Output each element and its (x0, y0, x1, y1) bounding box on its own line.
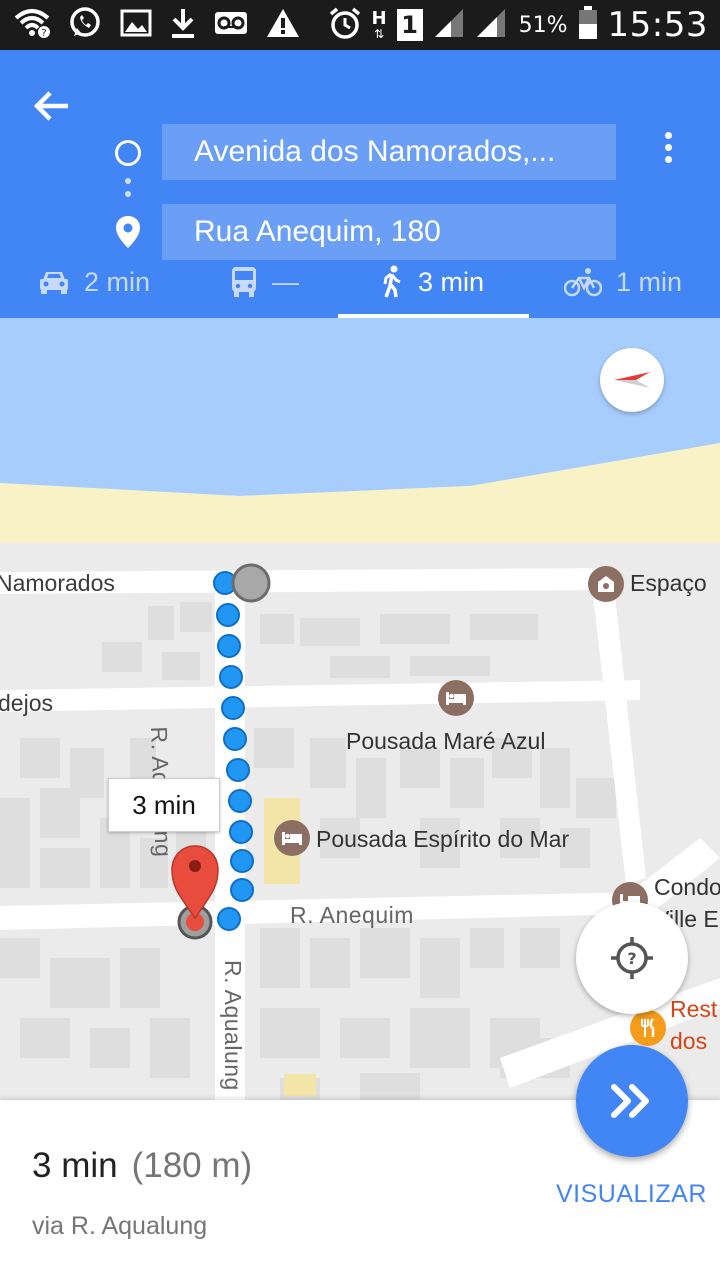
travel-mode-tabs: 2 min — 3 min 1 min (0, 246, 720, 318)
location-unknown-icon: ? (611, 937, 653, 979)
walk-icon (380, 265, 404, 299)
route-distance: (180 m) (131, 1146, 253, 1185)
street-label-namorados: Namorados (0, 570, 115, 596)
voicemail-icon (214, 11, 248, 40)
poi-label-espaco[interactable]: Espaço (630, 570, 707, 597)
tab-bike[interactable]: 1 min (564, 246, 682, 318)
route-time-callout[interactable]: 3 min (108, 778, 220, 832)
street-label-anequim: R. Anequim (290, 902, 414, 928)
drive-time: 2 min (84, 266, 151, 297)
my-location-button[interactable]: ? (576, 902, 688, 1014)
compass-icon (614, 372, 650, 388)
poi-label-pousada-espirito-do-mar[interactable]: Pousada Espírito do Mar (316, 826, 569, 853)
origin-circle-icon (115, 140, 141, 166)
start-navigation-button[interactable] (576, 1045, 688, 1157)
tab-transit[interactable]: — (230, 246, 299, 318)
alarm-icon (328, 6, 362, 45)
bus-icon (230, 266, 258, 298)
destination-pin-icon (116, 216, 140, 248)
bike-time: 1 min (616, 266, 683, 297)
route-connector-dots (125, 178, 131, 204)
double-chevron-right-icon (611, 1084, 649, 1118)
poi-label-condo-line1[interactable]: Condo (654, 874, 720, 901)
gallery-icon (120, 9, 152, 42)
transit-time: — (272, 266, 299, 297)
restaurant-icon[interactable] (630, 1010, 666, 1046)
svg-text:?: ? (41, 28, 46, 38)
map-view[interactable]: Namorados dejos R. Aqualung R. Aqualung … (0, 318, 720, 1100)
hotel-icon[interactable] (438, 680, 474, 716)
poi-label-rest-line2[interactable]: dos (670, 1028, 707, 1055)
download-icon (170, 7, 196, 44)
directions-header: Avenida dos Namorados,... Rua Anequim, 1… (0, 50, 720, 318)
car-icon (38, 268, 70, 296)
battery-icon (578, 5, 598, 45)
poi-label-pousada-mare-azul[interactable]: Pousada Maré Azul (346, 728, 545, 755)
whatsapp-icon (68, 6, 102, 45)
hotel-icon[interactable] (274, 820, 310, 856)
more-options-button[interactable] (656, 132, 680, 172)
street-label-aqualung-south: R. Aqualung (220, 960, 246, 1091)
compass-button[interactable] (600, 348, 664, 412)
landmark-icon[interactable] (588, 566, 624, 602)
signal-icon (433, 7, 509, 44)
route-summary: 3 min (180 m) (32, 1146, 252, 1186)
warning-icon (266, 7, 300, 44)
status-clock: 15:53 (607, 5, 708, 45)
tab-walk[interactable]: 3 min (380, 246, 484, 318)
back-button[interactable] (30, 84, 74, 128)
bike-icon (564, 267, 602, 297)
network-type-icon: H ⇅ (371, 8, 387, 41)
route-time: 3 min (32, 1146, 118, 1185)
svg-text:?: ? (627, 949, 636, 968)
status-bar: ? H ⇅ 1 51% 15:53 (0, 0, 720, 50)
sim-slot-icon: 1 (396, 9, 423, 41)
origin-field[interactable]: Avenida dos Namorados,... (162, 124, 616, 180)
arrow-back-icon (33, 91, 68, 121)
wifi-icon: ? (14, 8, 50, 43)
poi-label-rest-line1[interactable]: Rest (670, 996, 717, 1023)
tab-drive[interactable]: 2 min (38, 246, 150, 318)
route-via: via R. Aqualung (32, 1212, 208, 1240)
street-label-dejos: dejos (0, 690, 53, 716)
preview-button[interactable]: VISUALIZAR (556, 1180, 707, 1209)
battery-percent: 51% (518, 12, 568, 38)
walk-time: 3 min (418, 266, 485, 297)
